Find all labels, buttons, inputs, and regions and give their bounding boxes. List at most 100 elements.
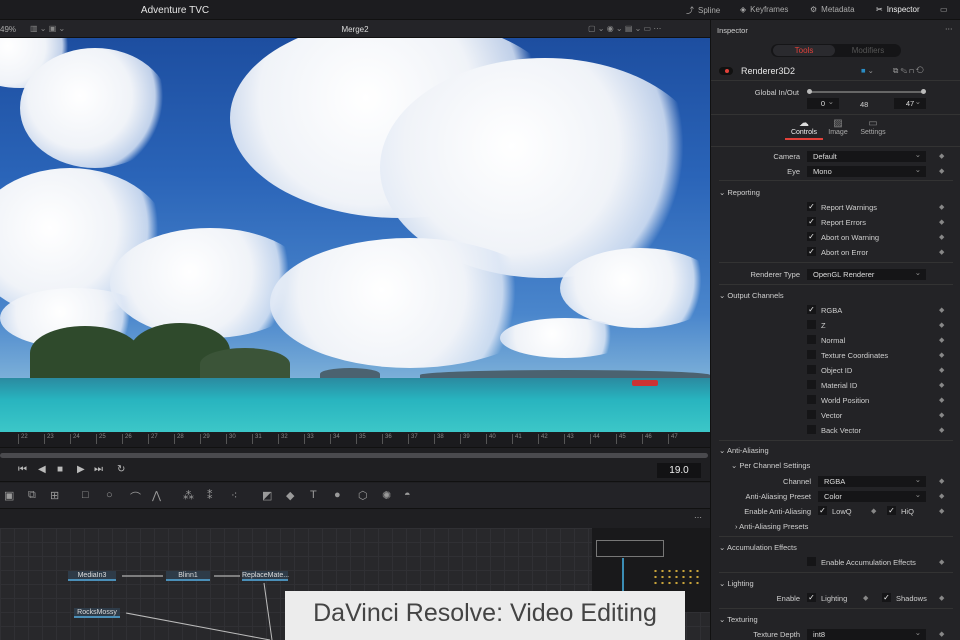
- node-rocksmossy[interactable]: RocksMossy: [74, 608, 120, 618]
- tab-tools[interactable]: Tools: [773, 45, 835, 56]
- bspline-mask-icon[interactable]: ⋀: [152, 489, 161, 502]
- camera3d-icon[interactable]: ⬡: [358, 489, 368, 502]
- keyframe-icon[interactable]: ◆: [871, 507, 876, 515]
- section-output-channels[interactable]: ⌄ Output Channels: [719, 291, 784, 300]
- section-aa-presets[interactable]: › Anti-Aliasing Presets: [735, 522, 808, 531]
- section-reporting[interactable]: ⌄ Reporting: [719, 188, 760, 197]
- keyframe-icon[interactable]: ◆: [939, 167, 944, 175]
- node-blinn1[interactable]: Blinn1: [166, 571, 210, 581]
- checkbox[interactable]: [807, 335, 816, 344]
- renderer3d-icon[interactable]: ◓: [404, 489, 411, 501]
- shadows-checkbox[interactable]: ✓: [882, 593, 891, 602]
- particle-emitter-icon[interactable]: ⁂: [183, 489, 194, 502]
- polygon-mask-icon[interactable]: ⌒: [130, 489, 141, 505]
- more-options-icon[interactable]: ⋯: [945, 24, 953, 33]
- checkbox[interactable]: [807, 365, 816, 374]
- rectangle-mask-icon[interactable]: □: [82, 489, 89, 501]
- keyframe-icon[interactable]: ◆: [939, 492, 944, 500]
- particle-style-icon[interactable]: ⁖: [231, 489, 237, 502]
- transform-tool-icon[interactable]: ⧉: [28, 489, 36, 502]
- keyframe-icon[interactable]: ◆: [939, 477, 944, 485]
- subtab-controls[interactable]: ☁ Controls: [785, 118, 823, 140]
- keyframe-icon[interactable]: ◆: [939, 396, 944, 404]
- section-per-channel[interactable]: ⌄ Per Channel Settings: [731, 461, 810, 470]
- keyframe-icon[interactable]: ◆: [863, 594, 868, 602]
- checkbox[interactable]: ✓: [807, 247, 816, 256]
- keyframe-icon[interactable]: ◆: [939, 630, 944, 638]
- lighting-checkbox[interactable]: ✓: [807, 593, 816, 602]
- stop-icon[interactable]: ■: [57, 464, 63, 475]
- keyframe-icon[interactable]: ◆: [939, 426, 944, 434]
- tool-actions-icons[interactable]: ⧉ ✎ ⊓ ⟲: [893, 66, 924, 76]
- keyframe-icon[interactable]: ◆: [939, 248, 944, 256]
- ellipse-mask-icon[interactable]: ○: [106, 489, 113, 501]
- viewer-image[interactable]: [0, 38, 710, 432]
- checkbox[interactable]: ✓: [807, 202, 816, 211]
- particle-render-icon[interactable]: ⁑: [207, 489, 213, 502]
- hiq-checkbox[interactable]: ✓: [887, 506, 896, 515]
- tab-spline[interactable]: ⤴ Spline: [686, 5, 720, 16]
- keyframe-icon[interactable]: ◆: [939, 336, 944, 344]
- keyframe-icon[interactable]: ◆: [939, 306, 944, 314]
- text3d-icon[interactable]: T: [310, 489, 317, 501]
- camera-dropdown[interactable]: Default: [807, 149, 926, 162]
- global-range-slider[interactable]: [807, 89, 926, 94]
- global-in-field[interactable]: 0: [807, 96, 839, 109]
- section-accumulation[interactable]: ⌄ Accumulation Effects: [719, 543, 797, 552]
- checkbox[interactable]: ✓: [807, 305, 816, 314]
- keyframe-icon[interactable]: ◆: [939, 321, 944, 329]
- viewer-tools-icon[interactable]: ▢ ⌄ ◉ ⌄ ▤ ⌄ ▭ ⋯: [588, 24, 661, 33]
- channel-dropdown[interactable]: RGBA: [818, 474, 926, 487]
- renderer-type-dropdown[interactable]: OpenGL Renderer: [807, 267, 926, 280]
- node-replacematerial[interactable]: ReplaceMate...: [242, 571, 289, 581]
- checkbox[interactable]: [807, 395, 816, 404]
- light3d-icon[interactable]: ✺: [382, 489, 391, 502]
- merge3d-icon[interactable]: ●: [334, 489, 341, 501]
- eye-dropdown[interactable]: Mono: [807, 164, 926, 177]
- keyframe-icon[interactable]: ◆: [939, 203, 944, 211]
- tab-inspector[interactable]: ✂ Inspector: [876, 5, 920, 14]
- tab-metadata[interactable]: ⚙ Metadata: [810, 5, 855, 14]
- tab-modifiers[interactable]: Modifiers: [837, 45, 899, 56]
- checkbox[interactable]: ✓: [807, 217, 816, 226]
- play-icon[interactable]: ▶: [77, 464, 85, 475]
- go-to-end-icon[interactable]: ⏭: [94, 464, 103, 475]
- subtab-image[interactable]: ▨ Image: [823, 118, 853, 136]
- color-swatch[interactable]: ■ ⌄: [861, 66, 874, 75]
- keyframe-icon[interactable]: ◆: [939, 152, 944, 160]
- aa-preset-dropdown[interactable]: Color: [818, 489, 926, 502]
- tab-keyframes[interactable]: ◈ Keyframes: [740, 5, 788, 14]
- monitor-icon[interactable]: ▭: [940, 5, 948, 14]
- checkbox[interactable]: [807, 425, 816, 434]
- keyframe-icon[interactable]: ◆: [939, 558, 944, 566]
- checkbox[interactable]: ✓: [807, 232, 816, 241]
- section-texturing[interactable]: ⌄ Texturing: [719, 615, 758, 624]
- keyframe-icon[interactable]: ◆: [939, 507, 944, 515]
- keyframe-icon[interactable]: ◆: [939, 411, 944, 419]
- scrub-bar[interactable]: [0, 453, 708, 458]
- timeline-ruler[interactable]: 22 23 24 25 26 27 28 29 30 31 32 33 34 35 36 37 38 39 40 41…: [0, 432, 710, 448]
- texture-depth-dropdown[interactable]: int8: [807, 627, 926, 640]
- checkbox[interactable]: [807, 350, 816, 359]
- go-to-start-icon[interactable]: ⏮: [18, 464, 27, 475]
- more-options-icon[interactable]: ⋯: [694, 513, 702, 522]
- global-out-field[interactable]: 47: [894, 96, 926, 109]
- keyframe-icon[interactable]: ◆: [939, 594, 944, 602]
- loop-icon[interactable]: ↻: [117, 464, 125, 475]
- keyframe-icon[interactable]: ◆: [939, 381, 944, 389]
- merge-tool-icon[interactable]: ⊞: [50, 489, 59, 502]
- tool-enable-toggle[interactable]: [719, 67, 733, 75]
- checkbox[interactable]: [807, 320, 816, 329]
- background-tool-icon[interactable]: ▣: [4, 489, 14, 502]
- keyframe-icon[interactable]: ◆: [939, 218, 944, 226]
- subtab-settings[interactable]: ▭ Settings: [855, 118, 891, 136]
- lowq-checkbox[interactable]: ✓: [818, 506, 827, 515]
- checkbox[interactable]: [807, 410, 816, 419]
- checkbox[interactable]: [807, 380, 816, 389]
- section-lighting[interactable]: ⌄ Lighting: [719, 579, 754, 588]
- current-time[interactable]: 19.0: [657, 463, 701, 478]
- section-anti-aliasing[interactable]: ⌄ Anti-Aliasing: [719, 446, 769, 455]
- enable-accum-checkbox[interactable]: [807, 557, 816, 566]
- shape3d-icon[interactable]: ◆: [286, 489, 294, 502]
- image-plane-icon[interactable]: ◩: [262, 489, 272, 502]
